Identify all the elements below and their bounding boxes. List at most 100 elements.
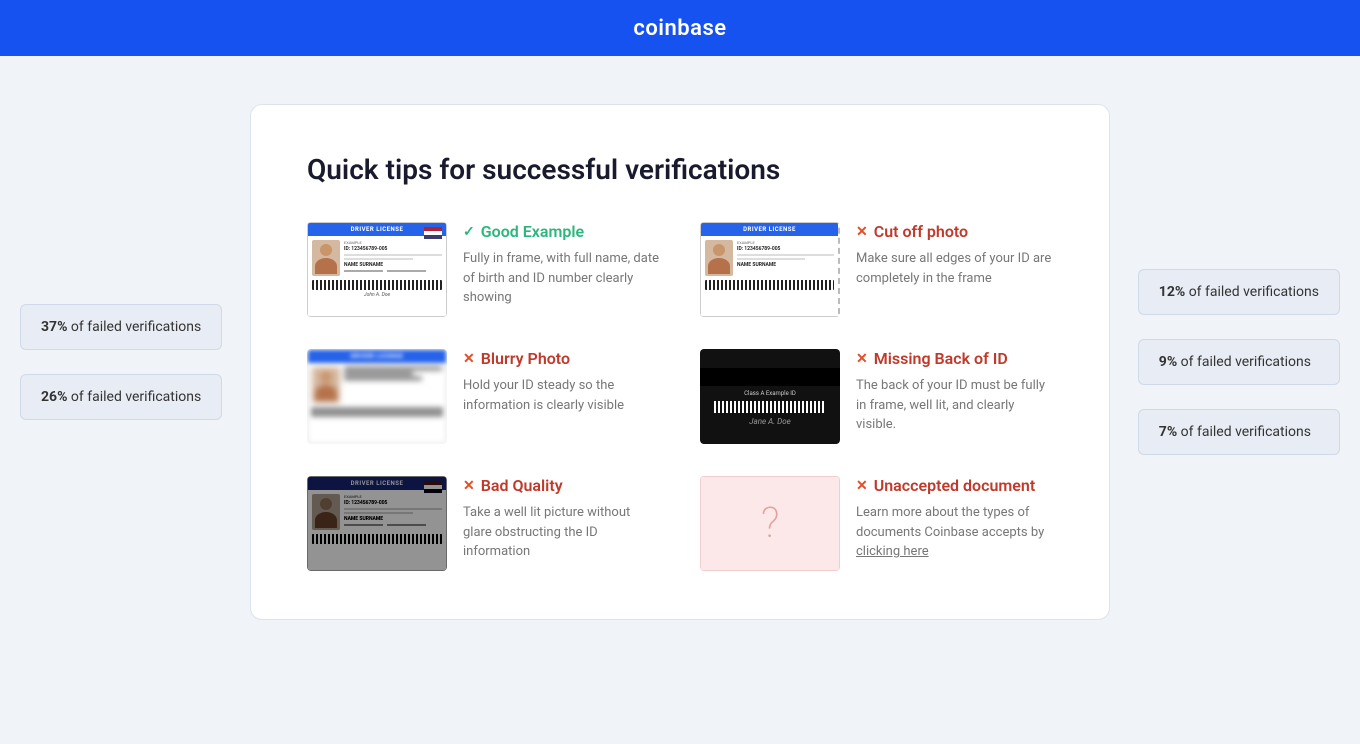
id-photo-cutoff: [705, 240, 733, 276]
bad-icon-unaccepted: ✕: [856, 478, 868, 494]
left-badge-2-percent: 26%: [41, 389, 67, 405]
back-barcode: [714, 401, 826, 413]
id-number-good: ID: 123456789-005: [344, 246, 442, 252]
id-photo-head: [320, 244, 332, 256]
id-flag-bad: [424, 481, 442, 493]
tip-title-cutoff: Cut off photo: [874, 222, 968, 241]
right-badge-1: 12% of failed verifications: [1138, 269, 1340, 315]
id-header-cutoff: DRIVER LICENSE: [701, 223, 838, 236]
id-card-bad: DRIVER LICENSE EXAMPLE ID: 123456789-005: [307, 476, 447, 571]
tip-content-good: ✓ Good Example Fully in frame, with full…: [463, 222, 660, 308]
id-body-cutoff: EXAMPLE ID: 123456789-005 NAME SURNAME: [701, 236, 838, 278]
tip-desc-bad: Take a well lit picture without glare ob…: [463, 503, 660, 562]
id-photo-body-cutoff: [708, 258, 730, 274]
bad-icon-back: ✕: [856, 351, 868, 367]
tip-title-back: Missing Back of ID: [874, 349, 1008, 368]
id-card-back: Class A Example ID Jane A. Doe: [700, 349, 840, 444]
tip-image-good: DRIVER LICENSE EXAMPLE ID: 123456789-005: [307, 222, 447, 317]
id-body-bad: EXAMPLE ID: 123456789-005 NAME SURNAME: [308, 490, 446, 532]
app-header: coinbase: [0, 0, 1360, 56]
tip-title-good: Good Example: [481, 222, 584, 241]
id-body-blurry: [308, 363, 446, 405]
id-card-body: EXAMPLE ID: 123456789-005 NAME SURNAME: [308, 236, 446, 278]
good-icon: ✓: [463, 224, 475, 240]
tip-image-bad: DRIVER LICENSE EXAMPLE ID: 123456789-005: [307, 476, 447, 571]
tip-image-unknown: ?: [700, 476, 840, 571]
main-card: Quick tips for successful verifications …: [250, 104, 1110, 620]
id-card-blurry: DRIVER LICENSE: [307, 349, 447, 444]
left-badge-1-label: of failed verifications: [71, 319, 201, 335]
tip-image-back: Class A Example ID Jane A. Doe: [700, 349, 840, 444]
id-header-blurry: DRIVER LICENSE: [308, 350, 446, 363]
id-photo-blurry: [312, 367, 340, 403]
id-photo-good: [312, 240, 340, 276]
right-badges: 12% of failed verifications 9% of failed…: [1138, 269, 1340, 455]
left-badge-2-label: of failed verifications: [71, 389, 201, 405]
page-title: Quick tips for successful verifications: [307, 153, 1053, 186]
tip-cutoff-photo: DRIVER LICENSE EXAMPLE ID: 123456789-005: [700, 222, 1053, 317]
bad-icon-cutoff: ✕: [856, 224, 868, 240]
left-badge-1: 37% of failed verifications: [20, 304, 222, 350]
id-barcode-bad: [312, 534, 442, 544]
id-info-blurry: [344, 367, 442, 403]
page-body: 37% of failed verifications 26% of faile…: [0, 56, 1360, 668]
id-card-unknown: ?: [700, 476, 840, 571]
id-photo-body-blurry: [315, 385, 337, 401]
clicking-here-link[interactable]: clicking here: [856, 544, 929, 559]
tips-grid: DRIVER LICENSE EXAMPLE ID: 123456789-005: [307, 222, 1053, 571]
id-photo-head-cutoff: [713, 244, 725, 256]
tip-desc-good: Fully in frame, with full name, date of …: [463, 249, 660, 308]
right-badge-3: 7% of failed verifications: [1138, 409, 1340, 455]
left-badges: 37% of failed verifications 26% of faile…: [20, 304, 222, 420]
id-photo-body: [315, 258, 337, 274]
tip-title-blurry: Blurry Photo: [481, 349, 570, 368]
id-info-good: EXAMPLE ID: 123456789-005 NAME SURNAME: [344, 240, 442, 276]
right-badge-1-percent: 12%: [1159, 284, 1185, 300]
id-info-bad: EXAMPLE ID: 123456789-005 NAME SURNAME: [344, 494, 442, 530]
right-badge-2-percent: 9%: [1159, 354, 1177, 370]
right-badge-1-label: of failed verifications: [1189, 284, 1319, 300]
tip-label-unaccepted: ✕ Unaccepted document: [856, 476, 1053, 495]
id-card-cutoff: DRIVER LICENSE EXAMPLE ID: 123456789-005: [700, 222, 840, 317]
id-photo-head-blurry: [320, 371, 332, 383]
back-signature: Jane A. Doe: [749, 417, 791, 426]
tip-image-blurry: DRIVER LICENSE: [307, 349, 447, 444]
back-magnetic-stripe: [700, 368, 840, 386]
id-barcode-good: [312, 280, 442, 290]
id-card-good: DRIVER LICENSE EXAMPLE ID: 123456789-005: [307, 222, 447, 317]
id-barcode-blurry: [312, 407, 442, 417]
tip-desc-blurry: Hold your ID steady so the information i…: [463, 376, 660, 415]
tip-content-unaccepted: ✕ Unaccepted document Learn more about t…: [856, 476, 1053, 562]
right-badge-2: 9% of failed verifications: [1138, 339, 1340, 385]
bad-icon-quality: ✕: [463, 478, 475, 494]
tip-blurry-photo: DRIVER LICENSE: [307, 349, 660, 444]
tip-label-bad: ✕ Bad Quality: [463, 476, 660, 495]
id-flag: [424, 227, 442, 239]
right-badge-2-label: of failed verifications: [1181, 354, 1311, 370]
question-mark-icon: ?: [761, 499, 780, 548]
tip-title-unaccepted: Unaccepted document: [874, 476, 1035, 495]
tip-desc-cutoff: Make sure all edges of your ID are compl…: [856, 249, 1053, 288]
tip-label-good: ✓ Good Example: [463, 222, 660, 241]
tip-label-back: ✕ Missing Back of ID: [856, 349, 1053, 368]
id-photo-head-bad: [320, 498, 332, 510]
tip-desc-back: The back of your ID must be fully in fra…: [856, 376, 1053, 435]
left-badge-2: 26% of failed verifications: [20, 374, 222, 420]
id-photo-bad: [312, 494, 340, 530]
right-badge-3-percent: 7%: [1159, 424, 1177, 440]
tip-title-bad: Bad Quality: [481, 476, 563, 495]
id-photo-body-bad: [315, 512, 337, 528]
id-info-cutoff: EXAMPLE ID: 123456789-005 NAME SURNAME: [737, 240, 834, 276]
tip-missing-back: Class A Example ID Jane A. Doe ✕ Missing…: [700, 349, 1053, 444]
tip-content-bad: ✕ Bad Quality Take a well lit picture wi…: [463, 476, 660, 562]
bad-icon-blurry: ✕: [463, 351, 475, 367]
tip-unaccepted: ? ✕ Unaccepted document Learn more about…: [700, 476, 1053, 571]
tip-label-blurry: ✕ Blurry Photo: [463, 349, 660, 368]
left-badge-1-percent: 37%: [41, 319, 67, 335]
tip-desc-unaccepted: Learn more about the types of documents …: [856, 503, 1053, 562]
coinbase-logo: coinbase: [633, 16, 726, 41]
right-badge-3-label: of failed verifications: [1181, 424, 1311, 440]
id-barcode-cutoff: [705, 280, 834, 290]
tip-label-cutoff: ✕ Cut off photo: [856, 222, 1053, 241]
back-label: Class A Example ID: [744, 390, 796, 397]
